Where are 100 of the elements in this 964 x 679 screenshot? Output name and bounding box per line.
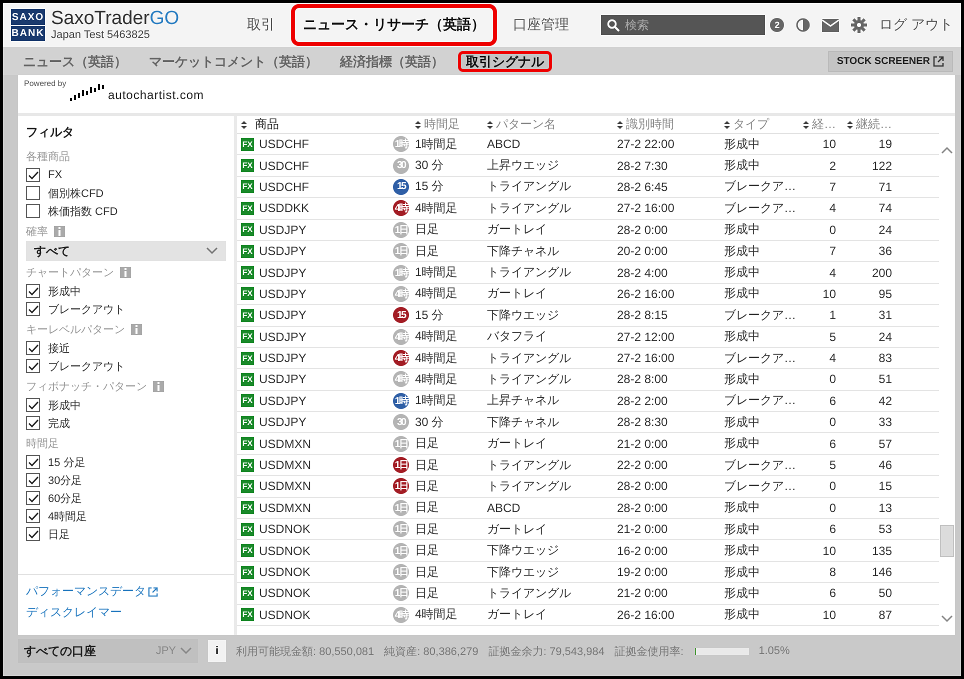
table-cell-text: 1時間足 xyxy=(415,264,459,282)
table-cell-text: 24 xyxy=(878,330,892,344)
checkbox[interactable] xyxy=(26,168,40,182)
info-button[interactable]: i xyxy=(208,640,226,662)
checkbox[interactable] xyxy=(26,204,40,218)
filter-group-title: チャートパターン xyxy=(26,266,114,280)
checkbox[interactable] xyxy=(26,509,40,523)
table-cell-text: 146 xyxy=(870,565,892,579)
table-cell-text: 28-2 0:00 xyxy=(617,222,669,237)
table-cell: USDNOK xyxy=(259,565,310,579)
filter-group-title: フィボナッチ・パターン xyxy=(26,380,147,394)
checkbox-label: 株価指数 CFD xyxy=(48,204,118,218)
timeframe-badge: 4時 xyxy=(393,371,409,388)
notification-badge[interactable]: 2 xyxy=(770,18,784,32)
timeframe-badge: 1日 xyxy=(393,542,409,559)
column-header[interactable]: 継続… xyxy=(836,116,892,133)
table-cell: USDMXN xyxy=(259,436,312,451)
checkbox-label: 15 分足 xyxy=(48,456,86,470)
checkbox[interactable] xyxy=(26,491,40,505)
column-header[interactable]: 商品 xyxy=(237,116,415,133)
mail-icon[interactable] xyxy=(822,18,840,32)
settings-icon[interactable] xyxy=(851,17,868,33)
column-header[interactable]: 時間足 xyxy=(415,116,487,133)
table-cell-text: 日足 xyxy=(415,478,440,495)
table-cell-text: 4時間足 xyxy=(415,200,459,217)
stock-screener-button[interactable]: STOCK SCREENER xyxy=(828,50,953,72)
search-field[interactable]: 検索 xyxy=(601,15,765,35)
table-cell-text: 21-2 0:00 xyxy=(617,522,669,536)
checkbox[interactable] xyxy=(26,398,40,412)
checkbox[interactable] xyxy=(26,416,40,430)
table-cell-text: 200 xyxy=(870,266,892,280)
table-cell-text: トライアングル xyxy=(487,350,572,367)
column-header[interactable]: 識別時間 xyxy=(617,116,724,133)
table-cell-text: 26-2 16:00 xyxy=(617,608,676,622)
table-cell-text: 28-2 2:00 xyxy=(617,394,669,408)
table-cell-text: 10 xyxy=(822,608,836,622)
scroll-down-icon[interactable] xyxy=(941,615,953,623)
nav-tab[interactable]: 口座管理 xyxy=(501,4,581,46)
asset-tag: FX xyxy=(241,544,254,558)
sub-tab[interactable]: 経済指標（英語） xyxy=(332,50,452,72)
table-cell: USDJPY xyxy=(259,394,306,408)
timeframe-badge: 1時 xyxy=(393,136,409,152)
scrollbar-thumb[interactable] xyxy=(940,525,954,557)
table-cell-text: 36 xyxy=(878,244,892,258)
checkbox-label: FX xyxy=(48,169,62,181)
table-cell-text: 形成中 xyxy=(724,435,761,452)
probability-dropdown[interactable]: すべて xyxy=(26,241,226,261)
checkbox[interactable] xyxy=(26,186,40,200)
scroll-up-icon[interactable] xyxy=(941,146,953,154)
checkbox[interactable] xyxy=(26,284,40,298)
table-cell-text: 下降チャネル xyxy=(487,242,560,260)
table-cell-text: 下降ウエッジ xyxy=(487,306,560,324)
table-cell-text: 下降チャネル xyxy=(487,414,560,431)
asset-tag: FX xyxy=(241,480,254,493)
checkbox[interactable] xyxy=(26,527,40,541)
sidebar-link[interactable]: パフォーマンスデータ xyxy=(26,583,226,600)
asset-tag: FX xyxy=(241,244,254,258)
asset-tag: FX xyxy=(241,501,254,514)
sub-tab[interactable]: ニュース（英語） xyxy=(15,50,135,72)
table-cell-text: トライアングル xyxy=(487,178,572,196)
table-cell-text: 形成中 xyxy=(724,157,761,174)
table-cell: USDJPY xyxy=(259,372,306,386)
sidebar-link[interactable]: ディスクレイマー xyxy=(26,604,226,621)
checkbox[interactable] xyxy=(26,455,40,469)
table-cell-text: 95 xyxy=(878,286,892,301)
table-cell-text: 27-2 16:00 xyxy=(617,351,676,366)
sort-icon xyxy=(415,120,421,128)
timeframe-badge: 1日 xyxy=(393,500,409,516)
contrast-icon[interactable] xyxy=(796,18,810,32)
table-cell-text: 57 xyxy=(878,436,892,451)
table-cell-text: 上昇ウエッジ xyxy=(487,157,560,174)
table-cell: ブレークア… xyxy=(724,200,796,217)
column-header[interactable]: タイプ xyxy=(724,116,796,133)
table-cell-text: 形成中 xyxy=(724,564,761,580)
table-cell-text: 0 xyxy=(828,500,836,515)
table-cell-text: 日足 xyxy=(415,435,440,452)
checkbox[interactable] xyxy=(26,359,40,373)
account-dropdown[interactable]: すべての口座 JPY xyxy=(18,639,198,663)
account-stat: 証拠金余力: 79,543,984 xyxy=(488,644,605,658)
timeframe-badge: 1日 xyxy=(393,457,409,474)
table-cell-text: 日足 xyxy=(415,221,440,238)
logout-link[interactable]: ログ アウト xyxy=(879,16,953,34)
checkbox[interactable] xyxy=(26,473,40,487)
timeframe-badge: 1日 xyxy=(393,478,409,494)
checkbox[interactable] xyxy=(26,302,40,316)
sub-tab[interactable]: 取引シグナル xyxy=(458,50,552,72)
sub-tab[interactable]: マーケットコメント（英語） xyxy=(141,50,326,72)
timeframe-badge: 1時 xyxy=(393,392,409,409)
column-header[interactable]: パターン名 xyxy=(487,116,617,133)
nav-tab[interactable]: 取引 xyxy=(235,4,287,46)
table-cell-text: トライアングル xyxy=(487,456,572,474)
column-header[interactable]: 経… xyxy=(796,116,836,133)
timeframe-badge: 1日 xyxy=(393,243,409,260)
checkbox[interactable] xyxy=(26,341,40,355)
filter-group-title: 時間足 xyxy=(26,436,59,450)
table-cell-text: 形成中 xyxy=(724,370,761,388)
timeframe-badge: 4時 xyxy=(393,328,409,345)
table-cell: ブレークア… xyxy=(724,456,796,474)
nav-tab[interactable]: ニュース・リサーチ（英語） xyxy=(291,4,497,46)
account-stat: 純資産: 80,386,279 xyxy=(384,644,478,658)
